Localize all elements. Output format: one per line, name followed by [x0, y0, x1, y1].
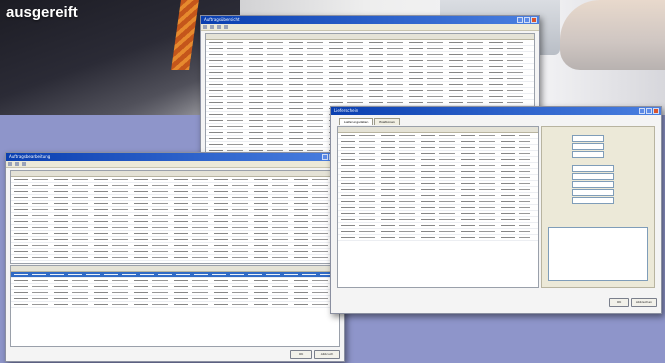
- minimize-icon[interactable]: [639, 108, 645, 114]
- businesswoman-figure: [560, 0, 665, 70]
- table-row[interactable]: [338, 235, 538, 241]
- detail-field[interactable]: [572, 181, 614, 188]
- ok-button[interactable]: OK: [290, 350, 312, 359]
- table-row[interactable]: [11, 302, 339, 308]
- maximize-icon[interactable]: [524, 17, 530, 23]
- window-title: Lieferschein: [334, 108, 359, 113]
- window-title: Auftragsbearbeitung: [9, 154, 51, 159]
- cancel-button[interactable]: Abbrechen: [631, 298, 657, 307]
- headline-text: ausgereift: [6, 4, 78, 21]
- window-title: Auftragsübersicht: [204, 17, 240, 22]
- cancel-button[interactable]: Abbruch: [314, 350, 340, 359]
- window-order-processing: Auftragsbearbeitung OK Abbruch: [5, 152, 345, 362]
- titlebar[interactable]: Auftragsbearbeitung: [6, 153, 344, 161]
- detail-field[interactable]: [572, 151, 604, 158]
- maximize-icon[interactable]: [646, 108, 652, 114]
- close-icon[interactable]: [653, 108, 659, 114]
- ok-button[interactable]: OK: [609, 298, 629, 307]
- titlebar[interactable]: Lieferschein: [331, 107, 661, 115]
- detail-field[interactable]: [572, 165, 614, 172]
- order-list-table[interactable]: [10, 170, 340, 264]
- detail-field[interactable]: [572, 197, 614, 204]
- toolbar-icon[interactable]: [217, 25, 221, 29]
- detail-field[interactable]: [572, 135, 604, 142]
- tab-positions[interactable]: Positionen: [374, 118, 400, 125]
- toolbar-icon[interactable]: [22, 162, 26, 166]
- detail-panel: [541, 126, 655, 288]
- detail-field[interactable]: [572, 173, 614, 180]
- table-row[interactable]: [11, 261, 339, 263]
- window-delivery-note: Lieferschein Lieferungsdaten Positionen: [330, 106, 662, 314]
- titlebar[interactable]: Auftragsübersicht: [201, 16, 539, 24]
- tab-bar: Lieferungsdaten Positionen: [339, 118, 400, 125]
- positions-table[interactable]: [337, 126, 539, 288]
- toolbar-icon[interactable]: [203, 25, 207, 29]
- toolbar-icon[interactable]: [15, 162, 19, 166]
- toolbar-icon[interactable]: [210, 25, 214, 29]
- notes-textarea[interactable]: [548, 227, 648, 281]
- minimize-icon[interactable]: [322, 154, 328, 160]
- toolbar-icon[interactable]: [224, 25, 228, 29]
- tab-delivery-data[interactable]: Lieferungsdaten: [339, 118, 374, 125]
- toolbar-icon[interactable]: [8, 162, 12, 166]
- toolbar: [201, 24, 539, 31]
- detail-field[interactable]: [572, 189, 614, 196]
- minimize-icon[interactable]: [517, 17, 523, 23]
- toolbar: [6, 161, 344, 168]
- order-items-table[interactable]: [10, 265, 340, 347]
- detail-field[interactable]: [572, 143, 604, 150]
- close-icon[interactable]: [531, 17, 537, 23]
